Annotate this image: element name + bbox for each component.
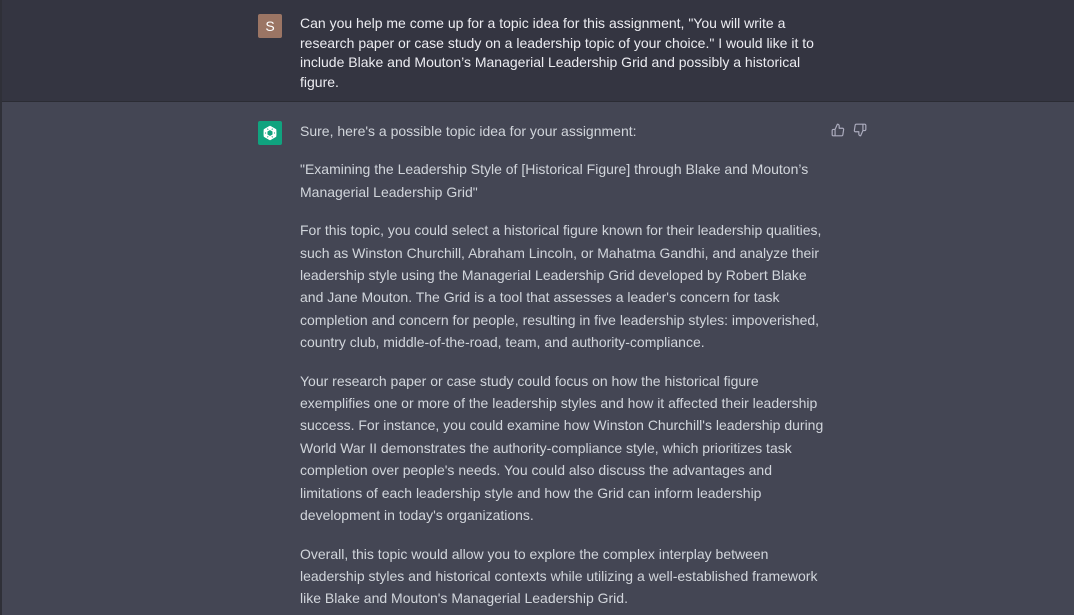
user-message-text: Can you help me come up for a topic idea… [300, 15, 814, 90]
chat-page: S Can you help me come up for a topic id… [0, 0, 1074, 615]
assistant-message-text: Sure, here's a possible topic idea for y… [300, 120, 828, 615]
assistant-paragraph: Your research paper or case study could … [300, 372, 824, 524]
assistant-paragraph: Overall, this topic would allow you to e… [300, 545, 818, 607]
assistant-paragraph: For this topic, you could select a histo… [300, 222, 822, 351]
thumbs-up-icon[interactable] [831, 123, 845, 137]
openai-logo-icon [258, 121, 282, 145]
assistant-paragraph: Sure, here's a possible topic idea for y… [300, 123, 637, 139]
assistant-paragraph: "Examining the Leadership Style of [Hist… [300, 161, 809, 200]
user-avatar: S [258, 14, 282, 38]
thumbs-down-icon[interactable] [853, 123, 867, 137]
